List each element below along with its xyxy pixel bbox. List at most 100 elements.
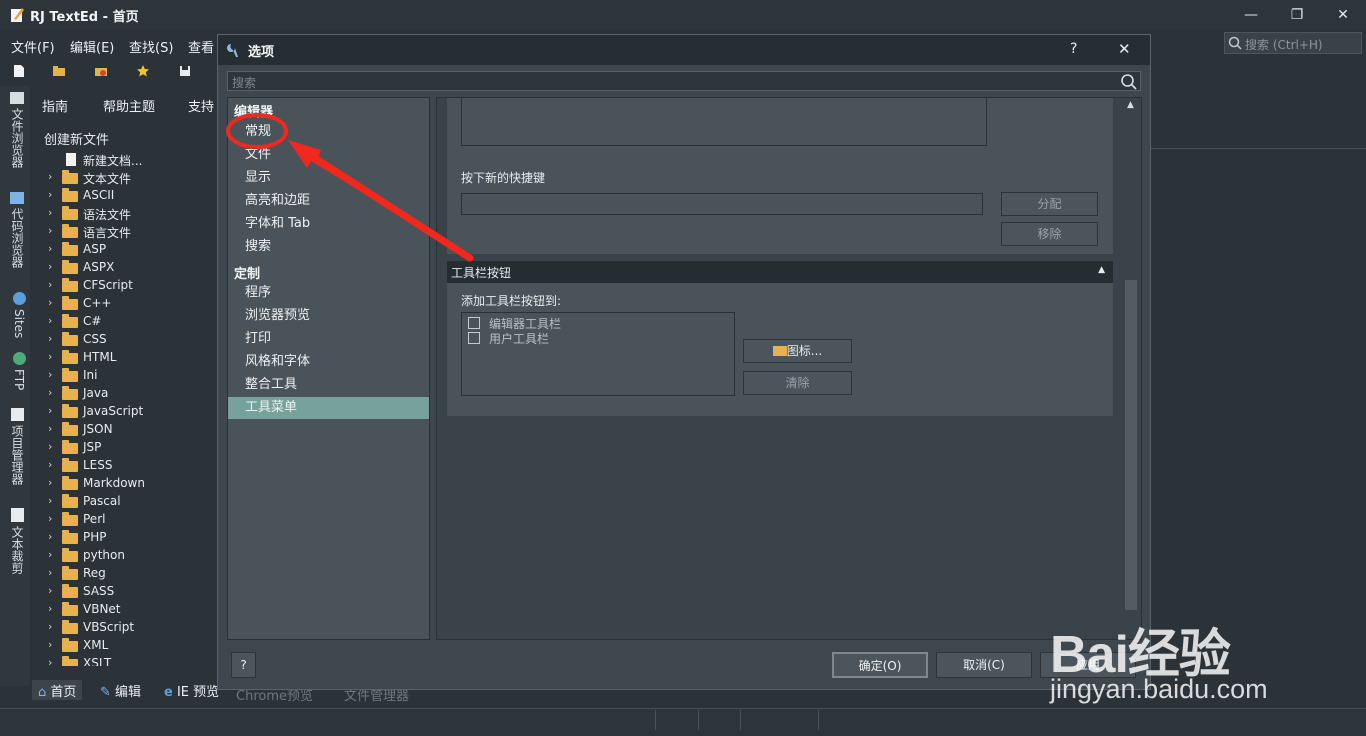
- sidetab-text-clips[interactable]: 文本裁剪: [6, 508, 26, 574]
- tree-folder-item[interactable]: › XSLT: [36, 655, 216, 666]
- sidetab-ftp[interactable]: FTP: [6, 352, 26, 390]
- chevron-right-icon[interactable]: ›: [48, 188, 52, 201]
- scroll-up-icon[interactable]: ▲: [1127, 100, 1134, 110]
- support-menu[interactable]: 支持: [188, 96, 214, 115]
- menu-view[interactable]: 查看: [188, 37, 214, 56]
- chevron-right-icon[interactable]: ›: [48, 422, 52, 435]
- clear-button[interactable]: 清除: [743, 371, 852, 395]
- tree-folder-item[interactable]: › CFScript: [36, 277, 216, 295]
- tree-folder-item[interactable]: › XML: [36, 637, 216, 655]
- scroll-thumb[interactable]: [1125, 280, 1137, 610]
- nav-item-browser-preview[interactable]: 浏览器预览: [228, 305, 429, 327]
- global-search-input[interactable]: 搜索 (Ctrl+H): [1224, 32, 1362, 54]
- chevron-right-icon[interactable]: ›: [48, 566, 52, 579]
- icon-button[interactable]: 图标...: [743, 339, 852, 363]
- help-topics-menu[interactable]: 帮助主题: [103, 96, 155, 115]
- guide-menu[interactable]: 指南: [42, 96, 68, 115]
- new-file-icon[interactable]: [12, 64, 26, 78]
- tree-folder-item[interactable]: › VBNet: [36, 601, 216, 619]
- chevron-right-icon[interactable]: ›: [48, 206, 52, 219]
- nav-item-file[interactable]: 文件: [228, 144, 429, 166]
- nav-item-integrated-tools[interactable]: 整合工具: [228, 374, 429, 396]
- chevron-right-icon[interactable]: ›: [48, 530, 52, 543]
- new-shortcut-input[interactable]: [461, 193, 983, 215]
- tree-folder-item[interactable]: › Java: [36, 385, 216, 403]
- tree-folder-item[interactable]: › 语法文件: [36, 205, 216, 223]
- tree-new-document[interactable]: 新建文档...: [36, 151, 216, 169]
- chevron-right-icon[interactable]: ›: [48, 386, 52, 399]
- open-folder-icon[interactable]: [52, 64, 66, 78]
- sidetab-code-browser[interactable]: 代码浏览器: [6, 192, 26, 268]
- chevron-right-icon[interactable]: ›: [48, 260, 52, 273]
- toolbar-buttons-header[interactable]: 工具栏按钮 ▲: [447, 261, 1113, 283]
- tree-folder-item[interactable]: › JSP: [36, 439, 216, 457]
- chevron-right-icon[interactable]: ›: [48, 314, 52, 327]
- close-button[interactable]: ✕: [1320, 0, 1366, 30]
- chevron-right-icon[interactable]: ›: [48, 404, 52, 417]
- ok-button[interactable]: 确定(O): [832, 652, 928, 678]
- nav-item-print[interactable]: 打印: [228, 328, 429, 350]
- tab-home[interactable]: ⌂ 首页: [32, 680, 83, 700]
- nav-item-tools-menu[interactable]: 工具菜单: [228, 397, 429, 419]
- options-search-input[interactable]: 搜索: [227, 71, 1141, 91]
- tree-folder-item[interactable]: › 语言文件: [36, 223, 216, 241]
- chevron-right-icon[interactable]: ›: [48, 242, 52, 255]
- assign-button[interactable]: 分配: [1001, 192, 1098, 216]
- chevron-right-icon[interactable]: ›: [48, 440, 52, 453]
- tree-folder-item[interactable]: › C#: [36, 313, 216, 331]
- sidetab-file-browser[interactable]: 文件浏览器: [6, 92, 26, 168]
- cancel-button[interactable]: 取消(C): [936, 652, 1032, 678]
- tree-folder-item[interactable]: › 文本文件: [36, 169, 216, 187]
- nav-item-highlight-margins[interactable]: 高亮和边距: [228, 190, 429, 212]
- chevron-right-icon[interactable]: ›: [48, 620, 52, 633]
- sidetab-project-manager[interactable]: 项目管理器: [6, 408, 26, 485]
- shortcut-list-box[interactable]: [461, 98, 987, 146]
- chevron-right-icon[interactable]: ›: [48, 494, 52, 507]
- tree-folder-item[interactable]: › CSS: [36, 331, 216, 349]
- chevron-right-icon[interactable]: ›: [48, 476, 52, 489]
- tree-folder-item[interactable]: › python: [36, 547, 216, 565]
- chevron-right-icon[interactable]: ›: [48, 512, 52, 525]
- nav-item-programs[interactable]: 程序: [228, 282, 429, 304]
- tab-edit[interactable]: ✎ 编辑: [94, 680, 147, 700]
- tab-ie-preview[interactable]: e IE 预览: [158, 680, 225, 700]
- chevron-right-icon[interactable]: ›: [48, 278, 52, 291]
- tree-folder-item[interactable]: › Ini: [36, 367, 216, 385]
- nav-item-style-fonts[interactable]: 风格和字体: [228, 351, 429, 373]
- restore-button[interactable]: ❐: [1274, 0, 1320, 30]
- chevron-right-icon[interactable]: ›: [48, 458, 52, 471]
- sidetab-sites[interactable]: Sites: [6, 292, 26, 338]
- tree-folder-item[interactable]: › Markdown: [36, 475, 216, 493]
- save-icon[interactable]: [178, 64, 192, 78]
- editor-toolbar-checkbox[interactable]: [468, 317, 480, 329]
- nav-item-display[interactable]: 显示: [228, 167, 429, 189]
- chevron-right-icon[interactable]: ›: [48, 332, 52, 345]
- nav-item-search[interactable]: 搜索: [228, 236, 429, 258]
- chevron-right-icon[interactable]: ›: [48, 656, 52, 666]
- tree-folder-item[interactable]: › ASCII: [36, 187, 216, 205]
- nav-item-general[interactable]: 常规: [228, 121, 429, 143]
- tree-folder-item[interactable]: › PHP: [36, 529, 216, 547]
- nav-item-font-tab[interactable]: 字体和 Tab: [228, 213, 429, 235]
- menu-file[interactable]: 文件(F): [11, 37, 55, 56]
- chevron-right-icon[interactable]: ›: [48, 584, 52, 597]
- remove-button[interactable]: 移除: [1001, 222, 1098, 246]
- menu-edit[interactable]: 编辑(E): [70, 37, 114, 56]
- tree-folder-item[interactable]: › VBScript: [36, 619, 216, 637]
- footer-help-button[interactable]: ?: [231, 652, 256, 678]
- minimize-button[interactable]: —: [1228, 0, 1274, 30]
- collapse-up-icon[interactable]: ▲: [1098, 265, 1105, 275]
- chevron-right-icon[interactable]: ›: [48, 548, 52, 561]
- chevron-right-icon[interactable]: ›: [48, 170, 52, 183]
- chevron-right-icon[interactable]: ›: [48, 224, 52, 237]
- dialog-help-button[interactable]: ?: [1070, 41, 1077, 57]
- tree-folder-item[interactable]: › Pascal: [36, 493, 216, 511]
- chevron-right-icon[interactable]: ›: [48, 638, 52, 651]
- tree-folder-item[interactable]: › HTML: [36, 349, 216, 367]
- tree-folder-item[interactable]: › C++: [36, 295, 216, 313]
- tree-folder-item[interactable]: › JSON: [36, 421, 216, 439]
- tree-folder-item[interactable]: › Perl: [36, 511, 216, 529]
- tree-folder-item[interactable]: › ASPX: [36, 259, 216, 277]
- favorites-folder-icon[interactable]: [94, 64, 108, 78]
- tree-folder-item[interactable]: › LESS: [36, 457, 216, 475]
